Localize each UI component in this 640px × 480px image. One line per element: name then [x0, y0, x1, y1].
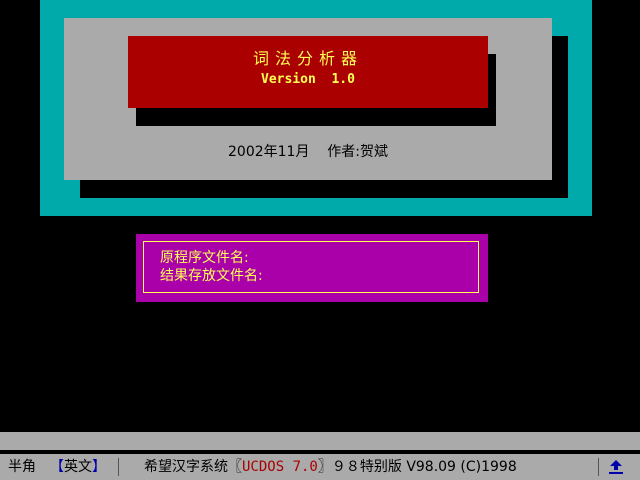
file-input-dialog: 原程序文件名: 结果存放文件名:: [136, 234, 488, 302]
system-name: 希望汉字系统: [144, 459, 228, 475]
input-mode-indicator[interactable]: 【英文】: [50, 454, 106, 480]
result-file-field[interactable]: 结果存放文件名:: [160, 268, 263, 285]
status-divider: [118, 458, 119, 476]
product-bracket-open: 〖: [228, 459, 242, 475]
input-mode-label: 英文: [64, 459, 92, 475]
author-credit: 2002年11月 作者:贺斌: [228, 144, 388, 160]
product-name: UCDOS 7.0: [242, 459, 318, 475]
mode-bracket-close: 】: [92, 459, 106, 475]
ime-toggle-icon[interactable]: [606, 458, 626, 476]
dialog-border: [143, 241, 479, 293]
product-bracket-close: 〗: [317, 459, 332, 475]
status-divider: [598, 458, 599, 476]
system-info: 希望汉字系统〖UCDOS 7.0〗９８特别版 V98.09 (C)1998: [144, 454, 517, 480]
build-label: V98.09 (C)1998: [406, 459, 517, 475]
status-separator: [0, 432, 640, 450]
app-version: Version 1.0: [261, 72, 355, 87]
app-title: 词法分析器: [252, 49, 363, 68]
dos-screen: 词法分析器 Version 1.0 2002年11月 作者:贺斌 原程序文件名:…: [0, 0, 640, 480]
mode-bracket-open: 【: [50, 459, 64, 475]
source-file-field[interactable]: 原程序文件名:: [160, 250, 249, 267]
title-box: 词法分析器 Version 1.0: [128, 36, 488, 108]
ime-toggle-icon-graphic: [609, 460, 623, 474]
status-bar: 半角 【英文】 希望汉字系统〖UCDOS 7.0〗９８特别版 V98.09 (C…: [0, 454, 640, 480]
edition-label: ９８特别版: [331, 459, 402, 475]
input-width-indicator[interactable]: 半角: [8, 454, 36, 480]
